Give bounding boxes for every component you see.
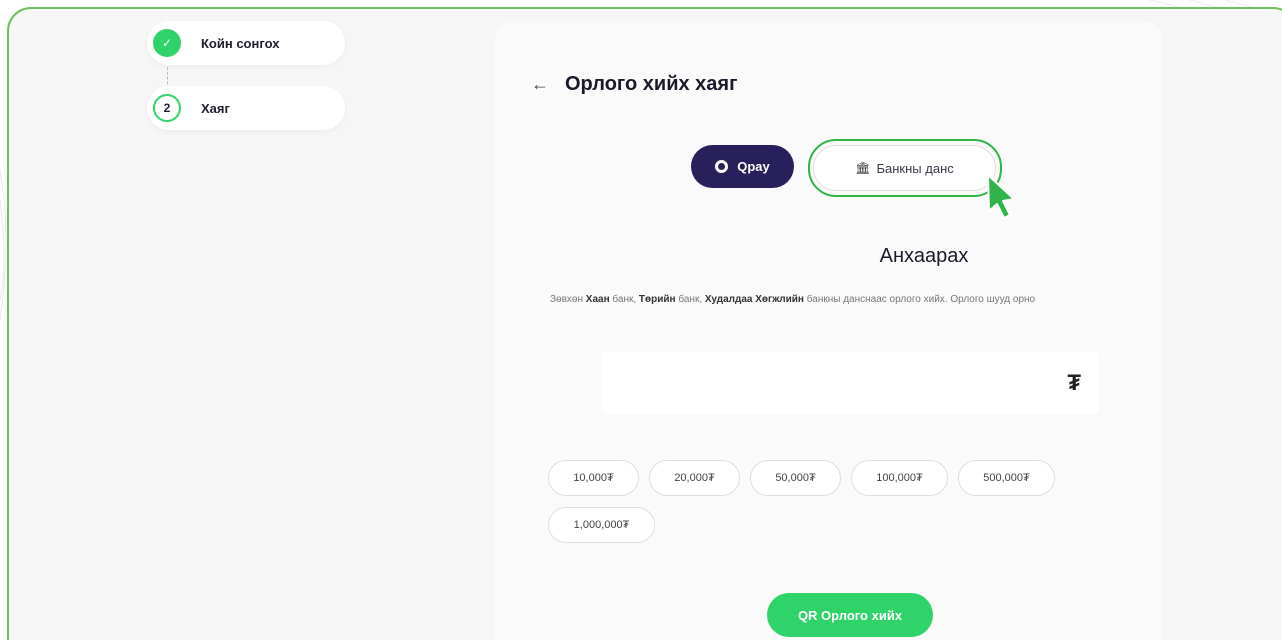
preset-chip-500000[interactable]: 500,000₮ xyxy=(958,460,1055,496)
card-header: ← Орлого хийх хаяг xyxy=(531,73,737,96)
attention-title: Анхаарах xyxy=(879,245,969,267)
amount-field[interactable]: ₮ xyxy=(602,352,1099,414)
attention-notice: Зөвхөн Хаан банк, Төрийн банк, Худалдаа … xyxy=(495,294,1155,305)
step-number: 2 xyxy=(153,94,181,122)
preset-chip-100000[interactable]: 100,000₮ xyxy=(851,460,948,496)
step-address: 2 Хаяг xyxy=(147,86,345,130)
notice-text: Зөвхөн xyxy=(550,294,586,305)
amount-input[interactable] xyxy=(602,352,1099,414)
bank-name: Хаан xyxy=(585,294,610,305)
qr-deposit-button[interactable]: QR Орлого хийх xyxy=(767,593,933,637)
bank-name: Худалдаа Хөгжлийн xyxy=(704,294,804,305)
qpay-icon xyxy=(715,160,729,173)
preset-chip-10000[interactable]: 10,000₮ xyxy=(548,460,639,496)
tugrik-icon: ₮ xyxy=(1067,370,1081,395)
bank-account-button[interactable]: 🏛 Банкны данс xyxy=(813,145,996,191)
preset-chip-1000000[interactable]: 1,000,000₮ xyxy=(548,507,655,543)
qpay-label: Qpay xyxy=(737,159,770,174)
bank-name: Төрийн xyxy=(638,294,676,305)
step-select-coin: ✓ Койн сонгох xyxy=(147,21,345,65)
notice-text: банк, xyxy=(675,294,705,305)
deposit-card: ← Орлого хийх хаяг Qpay 🏛 Банкны данс Ан… xyxy=(495,21,1163,640)
preset-chip-50000[interactable]: 50,000₮ xyxy=(750,460,841,496)
pointer-cursor-icon xyxy=(987,174,1015,219)
notice-text: банкны данснаас орлого хийх. Орлого шууд… xyxy=(803,294,1036,305)
page-title: Орлого хийх хаяг xyxy=(565,73,738,95)
step-label: Койн сонгох xyxy=(201,35,280,51)
qpay-button[interactable]: Qpay xyxy=(691,145,794,188)
app-frame: ✓ Койн сонгох 2 Хаяг ← Орлого хийх хаяг … xyxy=(7,7,1282,640)
step-label: Хаяг xyxy=(201,100,230,116)
preset-chip-20000[interactable]: 20,000₮ xyxy=(649,460,740,496)
bank-icon: 🏛 xyxy=(855,161,871,175)
notice-text: банк, xyxy=(609,294,639,305)
check-icon: ✓ xyxy=(153,29,181,57)
back-arrow-icon[interactable]: ← xyxy=(531,74,549,95)
bank-label: Банкны данс xyxy=(876,160,954,176)
